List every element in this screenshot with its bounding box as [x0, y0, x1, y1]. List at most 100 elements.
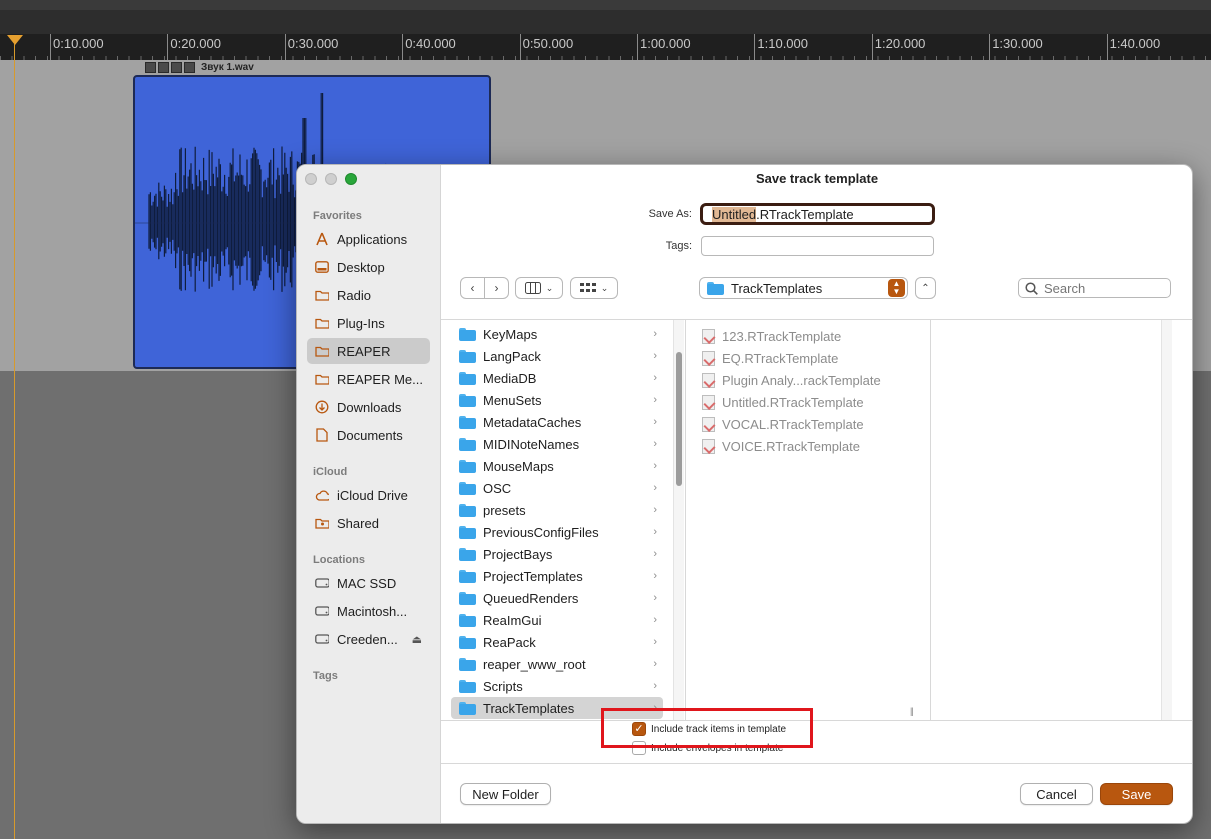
chevron-right-icon: ›: [653, 592, 657, 604]
playhead-marker-icon[interactable]: [7, 35, 23, 45]
group-by-button[interactable]: ⌄: [570, 277, 618, 299]
folder-icon: [459, 525, 476, 539]
ruler-label: 0:20.000: [170, 36, 221, 51]
folder-row[interactable]: LangPack ›: [451, 345, 663, 367]
timeline-ruler[interactable]: 0:10.000 0:20.000 0:30.000 0:40.000 0:50.000…: [0, 34, 1211, 60]
sidebar-item-documents[interactable]: Documents: [307, 422, 430, 448]
column-divider[interactable]: [685, 320, 686, 720]
folder-row[interactable]: MIDINoteNames ›: [451, 433, 663, 455]
folder-row[interactable]: ReaPack ›: [451, 631, 663, 653]
folder-row[interactable]: KeyMaps ›: [451, 323, 663, 345]
folder-icon: [459, 591, 476, 605]
folder-row[interactable]: MenuSets ›: [451, 389, 663, 411]
folder-row[interactable]: MediaDB ›: [451, 367, 663, 389]
ruler-label: 0:50.000: [522, 36, 574, 51]
item-fx-icon[interactable]: [171, 62, 182, 73]
sidebar-item-desktop[interactable]: Desktop: [307, 254, 430, 280]
sidebar-item-icloud-drive[interactable]: iCloud Drive: [307, 482, 430, 508]
back-button[interactable]: ‹: [460, 277, 485, 299]
sidebar-item-plug-ins[interactable]: Plug-Ins: [307, 310, 430, 336]
folder-column-scrollbar[interactable]: [673, 320, 684, 720]
sidebar-item-shared[interactable]: Shared: [307, 510, 430, 536]
file-row[interactable]: EQ.RTrackTemplate: [702, 347, 838, 369]
cancel-button[interactable]: Cancel: [1020, 783, 1093, 805]
close-window-button[interactable]: [305, 173, 317, 185]
sidebar-item-mac-ssd[interactable]: MAC SSD: [307, 570, 430, 596]
item-mute-icon[interactable]: [158, 62, 169, 73]
folder-row[interactable]: ReaImGui ›: [451, 609, 663, 631]
folder-icon: [459, 371, 476, 385]
eject-icon[interactable]: ⏏: [412, 633, 422, 646]
folder-row[interactable]: ProjectTemplates ›: [451, 565, 663, 587]
chevron-right-icon: ›: [653, 614, 657, 626]
save-track-template-dialog: Favorites Applications Desktop Radio Plug-I…: [296, 164, 1193, 824]
new-folder-button[interactable]: New Folder: [460, 783, 551, 805]
folder-row[interactable]: MouseMaps ›: [451, 455, 663, 477]
shared-folder-icon: [315, 516, 329, 530]
folder-row[interactable]: QueuedRenders ›: [451, 587, 663, 609]
file-row-label: Plugin Analy...rackTemplate: [722, 372, 881, 388]
folder-row-label: presets: [483, 502, 526, 518]
preview-column-scrollbar[interactable]: [1161, 320, 1172, 720]
location-popup[interactable]: TrackTemplates ▲ ▼: [699, 277, 908, 299]
ruler-tick: [50, 34, 51, 60]
folder-row[interactable]: presets ›: [451, 499, 663, 521]
ruler-label: 1:10.000: [757, 36, 808, 51]
sidebar-item-applications[interactable]: Applications: [307, 226, 430, 252]
file-row[interactable]: VOICE.RTrackTemplate: [702, 435, 860, 457]
file-row[interactable]: VOCAL.RTrackTemplate: [702, 413, 864, 435]
chevron-right-icon: ›: [653, 350, 657, 362]
sidebar-item-creeden[interactable]: Creeden... ⏏: [307, 626, 430, 652]
chevron-right-icon: ›: [653, 482, 657, 494]
item-lock-icon[interactable]: [145, 62, 156, 73]
folder-scroll-thumb[interactable]: [676, 352, 682, 486]
chevron-left-icon: ‹: [470, 281, 475, 295]
folder-row[interactable]: OSC ›: [451, 477, 663, 499]
search-input[interactable]: [1044, 280, 1164, 296]
sidebar-item-macintosh[interactable]: Macintosh...: [307, 598, 430, 624]
folder-icon: [459, 503, 476, 517]
forward-button[interactable]: ›: [484, 277, 509, 299]
file-row-label: Untitled.RTrackTemplate: [722, 394, 864, 410]
sidebar-item-reaper[interactable]: REAPER: [307, 338, 430, 364]
folder-icon: [459, 481, 476, 495]
sidebar-item-radio[interactable]: Radio: [307, 282, 430, 308]
columns-view-icon: [524, 282, 541, 294]
folder-row[interactable]: ProjectBays ›: [451, 543, 663, 565]
track-template-file-icon: [702, 394, 715, 410]
column-resize-grip[interactable]: ||: [910, 706, 914, 716]
tags-input[interactable]: [701, 236, 934, 256]
folder-row[interactable]: PreviousConfigFiles ›: [451, 521, 663, 543]
file-row[interactable]: Untitled.RTrackTemplate: [702, 391, 864, 413]
downloads-icon: [315, 400, 329, 414]
folder-icon: [459, 349, 476, 363]
sidebar-item-label: Plug-Ins: [337, 315, 385, 331]
folder-row[interactable]: MetadataCaches ›: [451, 411, 663, 433]
item-take-icon[interactable]: [184, 62, 195, 73]
file-row[interactable]: 123.RTrackTemplate: [702, 325, 841, 347]
column-divider[interactable]: [930, 320, 931, 720]
folder-row[interactable]: reaper_www_root ›: [451, 653, 663, 675]
folder-row-label: TrackTemplates: [483, 700, 575, 716]
sidebar-header-tags: Tags: [313, 670, 338, 682]
track-template-file-icon: [702, 438, 715, 454]
sidebar-item-label: Downloads: [337, 399, 402, 415]
folder-row-label: QueuedRenders: [483, 590, 579, 606]
folder-row[interactable]: Scripts ›: [451, 675, 663, 697]
save-as-extension-text: .RTrackTemplate: [756, 206, 854, 222]
zoom-window-button[interactable]: [345, 173, 357, 185]
chevron-up-icon: ⌃: [921, 282, 930, 294]
collapse-button[interactable]: ⌃: [915, 277, 936, 299]
save-button[interactable]: Save: [1100, 783, 1173, 805]
sidebar-item-downloads[interactable]: Downloads: [307, 394, 430, 420]
ruler-tick: [284, 34, 286, 60]
save-as-input[interactable]: Untitled .RTrackTemplate: [700, 203, 935, 225]
ruler-tick: [402, 34, 404, 60]
search-field[interactable]: [1018, 278, 1171, 298]
minimize-window-button[interactable]: [325, 173, 337, 185]
file-row[interactable]: Plugin Analy...rackTemplate: [702, 369, 881, 391]
file-row-label: VOCAL.RTrackTemplate: [722, 416, 864, 432]
sidebar-item-reaper-me[interactable]: REAPER Me...: [307, 366, 430, 392]
folder-icon: [315, 344, 329, 358]
view-mode-button[interactable]: ⌄: [515, 277, 563, 299]
